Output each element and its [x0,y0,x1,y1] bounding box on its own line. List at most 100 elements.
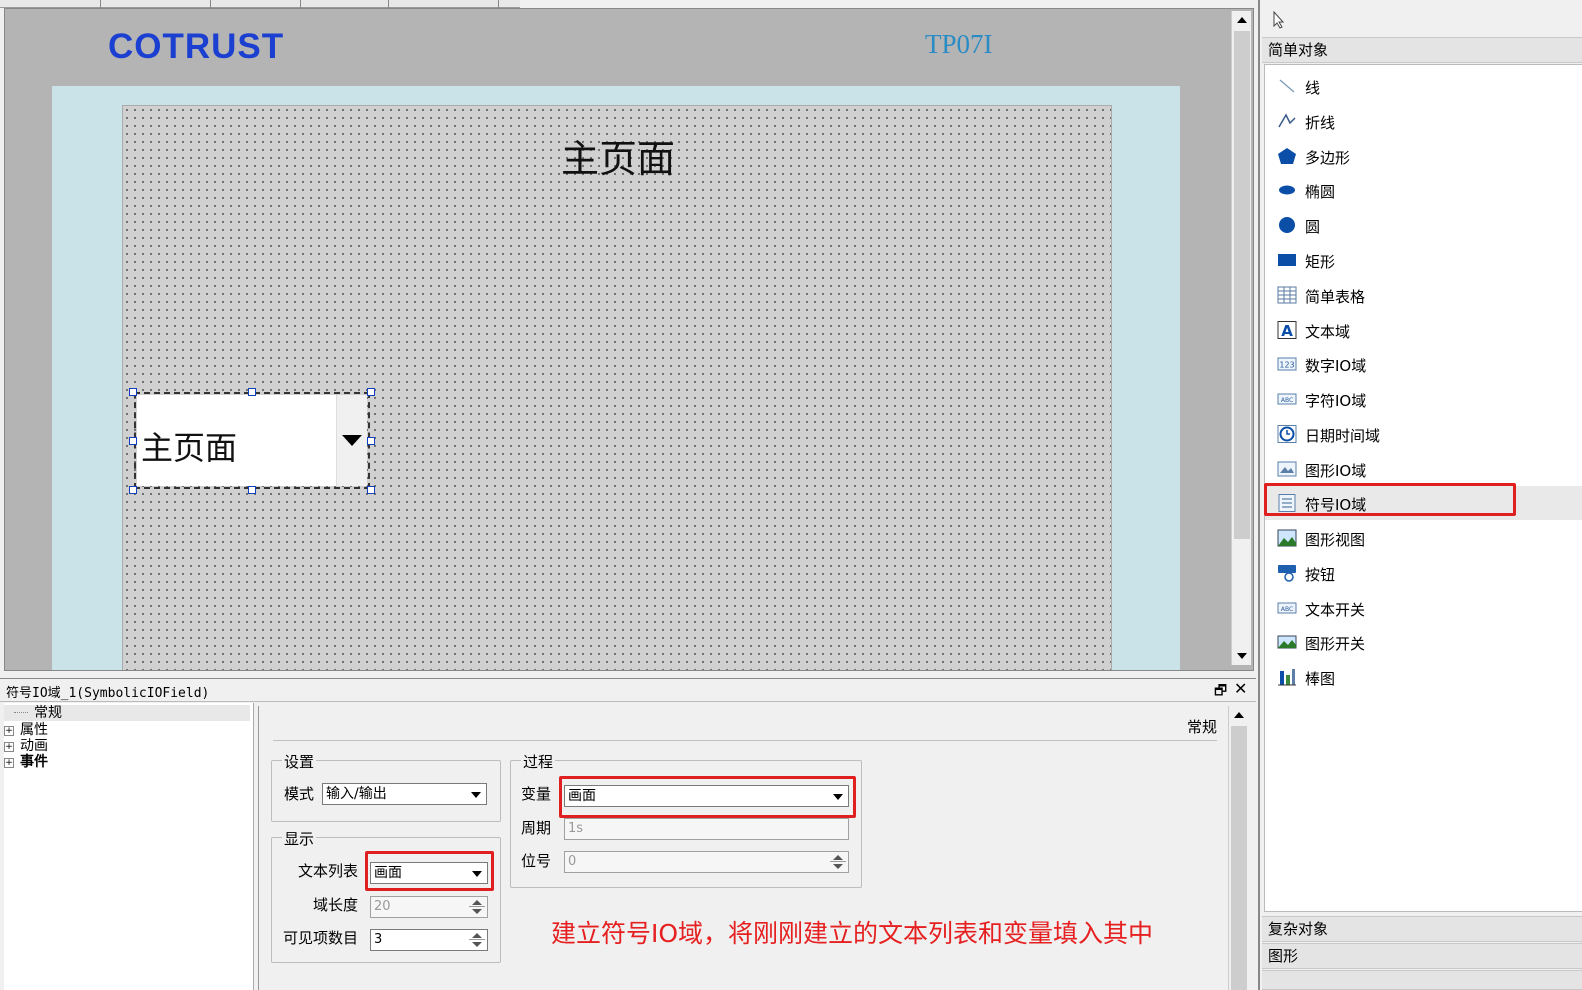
highlight-symbolic-io-tool [1264,483,1516,516]
tool-item-label: 文本开关 [1305,601,1366,619]
properties-tree: 常规 + 属性 + 动画 + 事件 [4,703,254,990]
tool-item-simple-table[interactable]: 简单表格 [1265,278,1582,312]
scroll-thumb[interactable] [1234,31,1250,539]
tool-item-numeric-io[interactable]: 123 数字IO域 [1265,347,1582,381]
properties-vertical-scrollbar[interactable] [1228,706,1248,990]
tool-item-graphic-switch[interactable]: 图形开关 [1265,625,1582,659]
tab-separator [210,0,211,8]
cotrust-logo: COTRUST [108,27,285,66]
tool-item-text-field[interactable]: A 文本域 [1265,313,1582,347]
tool-item-label: 折线 [1305,114,1336,132]
tool-item-rectangle[interactable]: 矩形 [1265,243,1582,277]
tree-item-general[interactable]: 常规 [4,705,250,721]
tool-item-datetime[interactable]: 日期时间域 [1265,417,1582,451]
category-complex-objects[interactable]: 复杂对象 [1262,916,1582,942]
tool-item-text-switch[interactable]: ABC 文本开关 [1265,591,1582,625]
highlight-textlist [365,851,494,891]
section-divider [273,740,1217,741]
expand-icon[interactable]: + [4,726,14,736]
properties-panel-titlebar: 符号IO域_1(SymbolicIOField) 🗗 ✕ [0,678,1256,702]
tool-item-label: 线 [1305,79,1321,97]
tool-item-circle[interactable]: 圆 [1265,208,1582,242]
tool-item-polyline[interactable]: 折线 [1265,104,1582,138]
scroll-up-button[interactable] [1229,706,1249,724]
graphic-view-icon [1277,529,1297,547]
tree-item-properties[interactable]: + 属性 [4,722,48,738]
tool-item-line[interactable]: 线 [1265,69,1582,103]
resize-handle[interactable] [129,388,137,396]
cursor-arrow-icon[interactable] [1272,11,1286,29]
ellipse-icon [1277,181,1297,199]
tree-item-events[interactable]: + 事件 [4,754,48,770]
mode-select[interactable]: 输入/输出 [322,783,487,805]
chevron-down-icon[interactable] [466,784,486,804]
mode-select-value: 输入/输出 [326,786,387,802]
scroll-up-button[interactable] [1232,11,1252,29]
tool-item-ellipse[interactable]: 椭圆 [1265,173,1582,207]
pointer-tool[interactable] [1260,6,1582,34]
cycle-field: 1s [564,818,849,840]
tab-separator [498,0,499,8]
settings-group-legend: 设置 [282,751,317,772]
tool-item-button[interactable]: 按钮 [1265,556,1582,590]
tree-item-label: 属性 [20,722,48,738]
text-field-icon: A [1277,321,1297,340]
tool-item-char-io[interactable]: ABC 字符IO域 [1265,382,1582,416]
polygon-icon [1277,147,1297,165]
resize-handle[interactable] [248,486,256,494]
field-length-value: 20 [374,899,391,914]
polyline-icon [1277,112,1297,130]
symbolic-io-field-body[interactable]: 主页面 [137,395,367,486]
tab-separator [388,0,389,8]
design-vertical-scrollbar[interactable] [1231,11,1251,665]
field-length-label: 域长度 [313,896,359,914]
category-graphics[interactable]: 图形 [1262,943,1582,969]
tool-item-label: 圆 [1305,218,1321,236]
symbolic-io-field-widget[interactable]: 主页面 [134,392,370,489]
circle-icon [1277,216,1297,234]
tool-item-bar-graph[interactable]: 棒图 [1265,660,1582,694]
resize-handle[interactable] [248,388,256,396]
category-simple-objects[interactable]: 简单对象 [1262,37,1582,63]
resize-handle[interactable] [367,388,375,396]
tool-item-label: 图形视图 [1305,531,1366,549]
scroll-thumb[interactable] [1231,726,1247,990]
resize-handle[interactable] [367,486,375,494]
resize-handle[interactable] [129,437,137,445]
tool-item-label: 棒图 [1305,670,1336,688]
mode-label: 模式 [284,785,315,803]
screen-title-text[interactable]: 主页面 [123,128,1113,183]
textlist-label: 文本列表 [298,862,359,880]
line-icon [1277,77,1297,95]
tab-separator [100,0,101,8]
tree-item-animation[interactable]: + 动画 [4,738,48,754]
tool-item-graphic-io[interactable]: 图形IO域 [1265,452,1582,486]
toolbox-panel: 简单对象 线 折线 多边形 椭圆 圆 矩形 简单表格 A 文本域 123 数字I… [1258,0,1582,990]
restore-icon[interactable]: 🗗 [1214,680,1227,704]
scroll-down-button[interactable] [1232,647,1252,665]
spinner-arrows-icon[interactable] [467,930,487,950]
expand-icon[interactable]: + [4,742,14,752]
tool-item-label: 数字IO域 [1305,357,1367,375]
resize-handle[interactable] [367,437,375,445]
close-icon[interactable]: ✕ [1234,679,1247,698]
editor-tab-strip [0,0,520,8]
tab-separator [300,0,301,8]
cycle-label: 周期 [521,819,552,837]
tool-item-label: 多边形 [1305,149,1351,167]
tool-item-graphic-view[interactable]: 图形视图 [1265,521,1582,555]
screen-design-area[interactable]: COTRUST TP07I 主页面 主页面 [4,8,1254,671]
visible-items-label: 可见项数目 [283,929,359,947]
spinner-arrows-icon [467,897,487,917]
svg-text:ABC: ABC [1281,397,1293,404]
chevron-down-icon [342,435,362,446]
highlight-variable [559,776,856,818]
resize-handle[interactable] [129,486,137,494]
hmi-screen-canvas[interactable]: 主页面 主页面 [122,105,1113,670]
expand-icon[interactable]: + [4,758,14,768]
tree-item-label: 动画 [20,738,48,754]
char-io-icon: ABC [1277,390,1297,408]
visible-items-spinner[interactable]: 3 [370,929,488,951]
tool-item-polygon[interactable]: 多边形 [1265,139,1582,173]
symbolic-io-dropdown-button[interactable] [336,395,367,486]
